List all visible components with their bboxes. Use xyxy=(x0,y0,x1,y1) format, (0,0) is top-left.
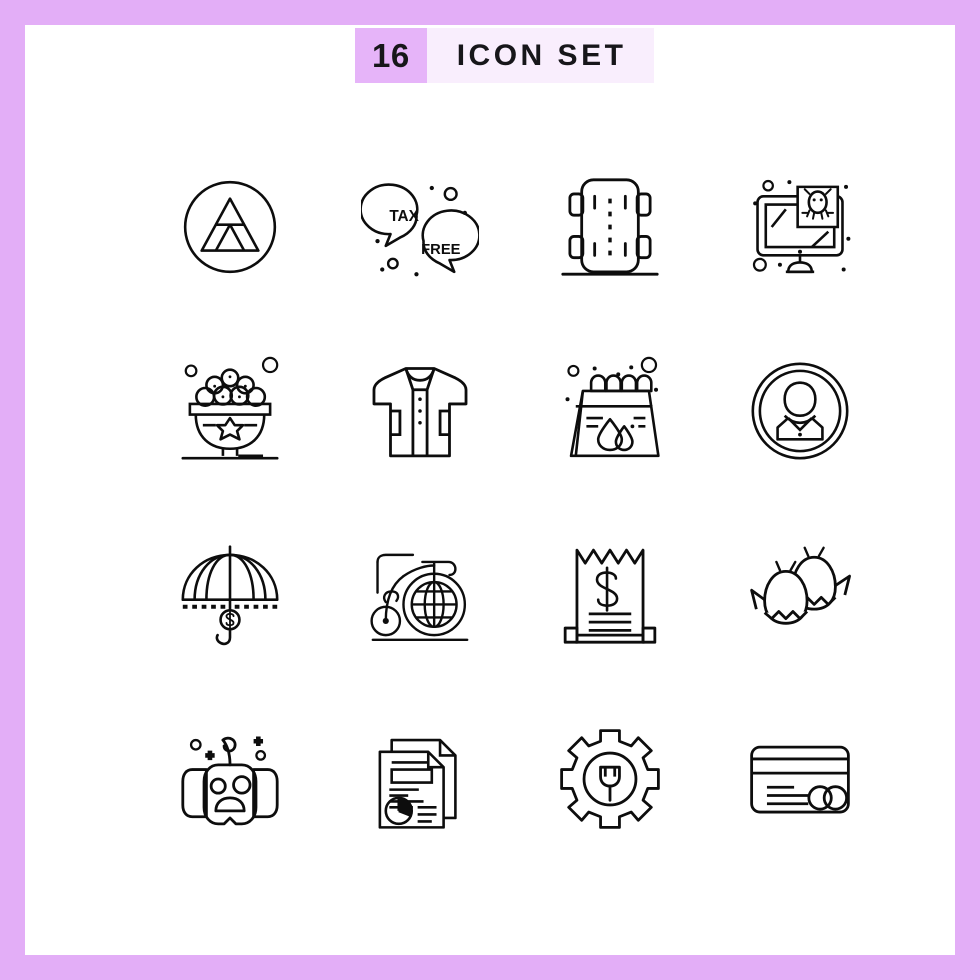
icon-cell-1[interactable] xyxy=(135,135,325,319)
tshirt-icon xyxy=(361,352,479,470)
icon-cell-6[interactable] xyxy=(325,319,515,503)
icon-cell-4[interactable] xyxy=(705,135,895,319)
svg-text:FREE: FREE xyxy=(421,242,460,258)
page-title: ICON SET xyxy=(426,28,655,83)
user-avatar-circle-icon xyxy=(741,352,859,470)
icon-cell-11[interactable] xyxy=(515,503,705,687)
icon-grid: TAX FREE xyxy=(135,135,895,871)
penny-farthing-globe-icon xyxy=(361,536,479,654)
header: 16 ICON SET xyxy=(355,28,655,83)
sweets-bowl-icon xyxy=(171,352,289,470)
icon-cell-13[interactable] xyxy=(135,687,325,871)
receipt-dollar-icon xyxy=(551,536,669,654)
umbrella-dollar-icon xyxy=(171,536,289,654)
car-top-view-icon xyxy=(551,168,669,286)
icon-cell-5[interactable] xyxy=(135,319,325,503)
icon-cell-7[interactable] xyxy=(515,319,705,503)
icon-cell-10[interactable] xyxy=(325,503,515,687)
report-documents-icon xyxy=(361,720,479,838)
credit-card-icon xyxy=(741,720,859,838)
easter-eggs-icon xyxy=(741,536,859,654)
calendar-water-drop-icon xyxy=(565,352,669,470)
icon-set-canvas: 16 ICON SET TAX FREE xyxy=(25,25,955,955)
icon-cell-12[interactable] xyxy=(705,503,895,687)
icon-cell-8[interactable] xyxy=(705,319,895,503)
icon-cell-15[interactable] xyxy=(515,687,705,871)
tax-free-chat-bubbles-icon: TAX FREE xyxy=(361,168,479,277)
gear-plug-icon xyxy=(551,720,669,838)
icon-cell-2[interactable]: TAX FREE xyxy=(325,135,515,319)
icon-count-badge: 16 xyxy=(355,28,427,83)
triforce-circle-icon xyxy=(171,168,289,286)
icon-cell-16[interactable] xyxy=(705,687,895,871)
icon-cell-3[interactable] xyxy=(515,135,705,319)
computer-virus-icon xyxy=(741,168,851,286)
icon-cell-9[interactable] xyxy=(135,503,325,687)
icon-cell-14[interactable] xyxy=(325,687,515,871)
svg-text:TAX: TAX xyxy=(389,208,419,225)
pumpkin-lantern-icon xyxy=(171,720,289,838)
